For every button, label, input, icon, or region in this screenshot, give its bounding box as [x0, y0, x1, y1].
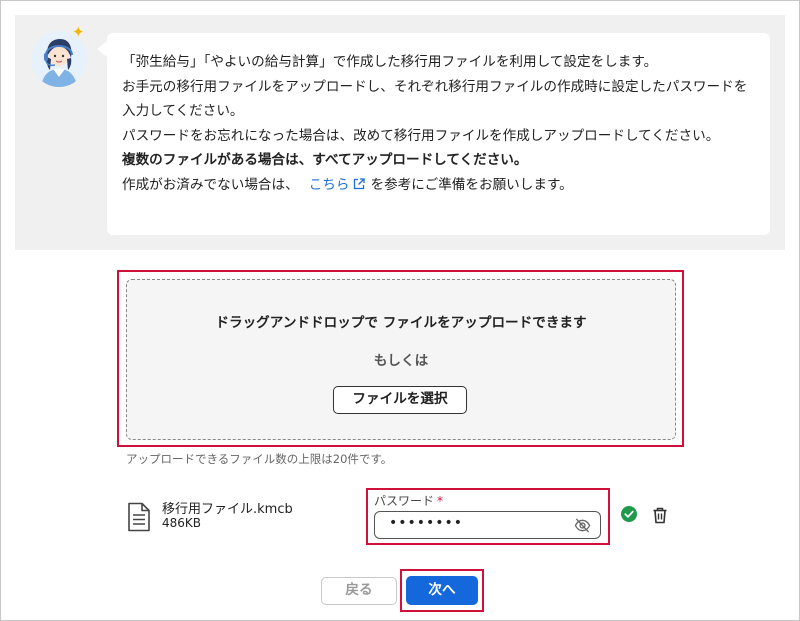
instruction-multiple-files: 複数のファイルがある場合は、すべてアップロードしてください。 — [122, 152, 528, 169]
instruction-bubble: 「弥生給与」「やよいの給与計算」で作成した移行用ファイルを利用して設定をします。… — [97, 33, 770, 235]
file-drop-zone[interactable]: ドラッグアンドドロップで ファイルをアップロードできます もしくは ファイルを選… — [126, 279, 676, 440]
password-value: •••••••• — [389, 515, 464, 531]
document-icon — [128, 502, 150, 532]
instruction-line-3: パスワードをお忘れになった場合は、改めて移行用ファイルを作成しアップロードしてく… — [122, 127, 720, 144]
check-circle-icon — [621, 506, 637, 522]
drop-instruction: ドラッグアンドドロップで ファイルをアップロードできます — [215, 315, 587, 331]
instruction-suffix: を参考にご準備をお願いします。 — [370, 176, 573, 193]
back-button[interactable]: 戻る — [321, 577, 397, 605]
select-file-button[interactable]: ファイルを選択 — [333, 386, 467, 414]
sparkle-icon: ✦ — [72, 23, 85, 41]
instruction-line-1: 「弥生給与」「やよいの給与計算」で作成した移行用ファイルを利用して設定をします。 — [122, 54, 658, 70]
eye-off-icon[interactable] — [574, 517, 591, 534]
upload-limit-note: アップロードできるファイル数の上限は20件です。 — [126, 452, 393, 466]
preparation-guide-link[interactable]: こちら — [309, 177, 350, 193]
trash-icon[interactable] — [652, 507, 668, 524]
required-mark: * — [437, 494, 444, 508]
or-separator: もしくは — [373, 353, 429, 369]
next-button[interactable]: 次へ — [406, 576, 478, 605]
instruction-line-5: 作成がお済みでない場合は、 こちら を参考にご準備をお願いします。 — [122, 173, 752, 198]
file-size: 486KB — [162, 516, 202, 530]
password-label-text: パスワード — [374, 494, 435, 508]
password-label: パスワード * — [374, 492, 443, 509]
external-link-icon[interactable] — [353, 178, 365, 190]
instruction-line-2: お手元の移行用ファイルをアップロードし、それぞれ移行用ファイルの作成時に設定した… — [122, 78, 748, 120]
instruction-prefix: 作成がお済みでない場合は、 — [122, 176, 299, 193]
password-input[interactable]: •••••••• — [374, 511, 601, 539]
file-name: 移行用ファイル.kmcb — [162, 502, 293, 517]
